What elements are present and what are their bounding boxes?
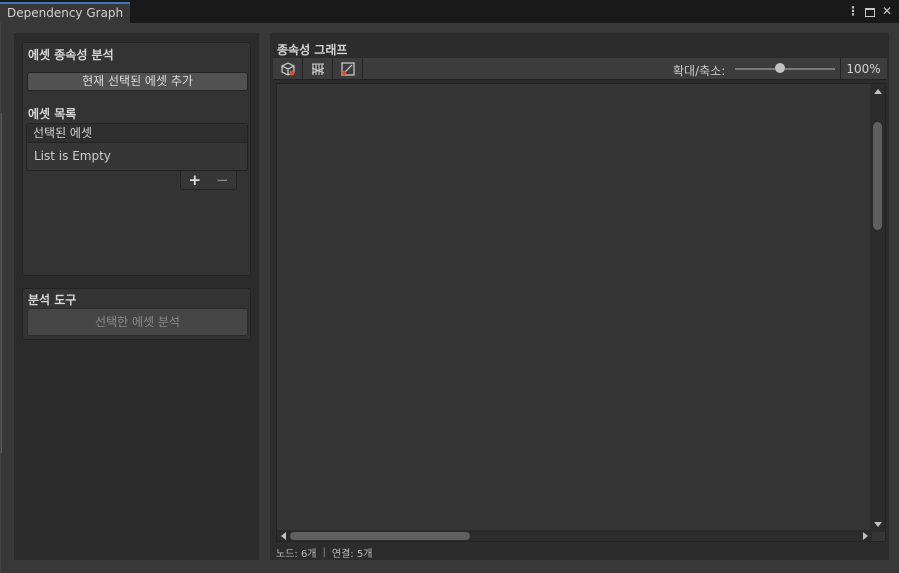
window-tab[interactable]: Dependency Graph: [0, 2, 130, 24]
cube-icon[interactable]: [273, 58, 303, 80]
asset-list-header: 선택된 에셋: [27, 124, 247, 143]
zoom-value: 100%: [840, 58, 886, 80]
frame-icon[interactable]: [333, 58, 363, 80]
analysis-tools-title: 분석 도구: [28, 293, 77, 307]
asset-analysis-title: 에셋 종속성 분석: [28, 48, 114, 62]
asset-analysis-panel: 에셋 종속성 분석 현재 선택된 에셋 추가 에셋 목록 선택된 에셋 List…: [22, 42, 251, 276]
graph-area: 종속성 그래프 확대/축소: 100% 노드: 6개 | 연결: 5개: [270, 33, 889, 560]
vertical-scroll-thumb[interactable]: [873, 122, 882, 230]
close-icon[interactable]: ✕: [881, 4, 893, 18]
asset-list-empty-text: List is Empty: [34, 149, 111, 163]
add-item-button[interactable]: +: [188, 171, 201, 189]
horizontal-scrollbar[interactable]: [277, 530, 872, 541]
window-edge-accent: [1, 113, 2, 453]
hierarchy-icon[interactable]: [303, 58, 333, 80]
scroll-left-icon[interactable]: [281, 532, 286, 540]
zoom-label: 확대/축소:: [673, 64, 726, 78]
asset-list[interactable]: 선택된 에셋 List is Empty: [26, 123, 248, 171]
analyze-selected-asset-button[interactable]: 선택한 에셋 분석: [27, 308, 248, 336]
graph-toolbar: 확대/축소: 100%: [273, 58, 887, 80]
graph-title: 종속성 그래프: [277, 43, 348, 57]
analysis-tools-panel: 분석 도구 선택한 에셋 분석: [22, 288, 251, 340]
window-tab-label: Dependency Graph: [7, 6, 124, 20]
title-bar: Dependency Graph ⋮ ✕: [0, 0, 899, 24]
horizontal-scroll-thumb[interactable]: [290, 532, 470, 540]
zoom-slider-handle[interactable]: [775, 63, 785, 73]
scroll-up-icon[interactable]: [874, 89, 882, 94]
left-sidebar: 에셋 종속성 분석 현재 선택된 에셋 추가 에셋 목록 선택된 에셋 List…: [14, 33, 259, 560]
graph-canvas[interactable]: [276, 83, 886, 542]
graph-status-bar: 노드: 6개 | 연결: 5개: [276, 544, 372, 560]
window-controls: ⋮ ✕: [847, 4, 893, 18]
add-selected-asset-button[interactable]: 현재 선택된 에셋 추가: [27, 72, 248, 91]
kebab-icon[interactable]: ⋮: [847, 4, 859, 18]
scroll-down-icon[interactable]: [874, 522, 882, 527]
link-count: 연결: 5개: [331, 548, 373, 560]
status-separator: |: [322, 546, 326, 558]
editor-window: 에셋 종속성 분석 현재 선택된 에셋 추가 에셋 목록 선택된 에셋 List…: [0, 23, 899, 573]
asset-list-label: 에셋 목록: [28, 107, 77, 121]
scroll-right-icon[interactable]: [863, 532, 868, 540]
maximize-icon[interactable]: [865, 7, 875, 17]
node-count: 노드: 6개: [276, 548, 317, 560]
asset-list-footer: + −: [180, 171, 237, 190]
remove-item-button[interactable]: −: [216, 171, 229, 189]
vertical-scrollbar[interactable]: [870, 84, 885, 532]
zoom-slider[interactable]: [735, 68, 835, 70]
